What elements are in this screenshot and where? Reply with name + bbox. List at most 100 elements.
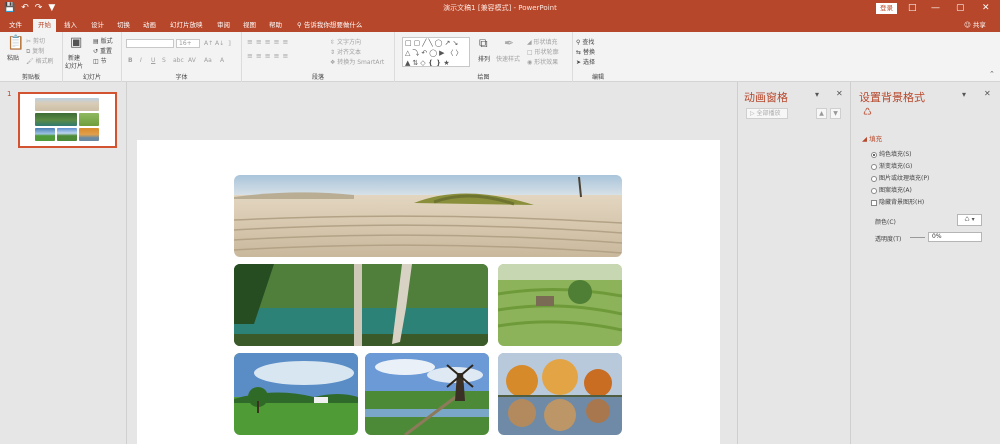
replace-button[interactable]: ⇆ 替换 <box>576 47 595 56</box>
play-all-button[interactable]: ▷ 全部播放 <box>746 108 788 119</box>
gradient-fill-option[interactable]: 渐变填充(G) <box>871 161 912 170</box>
fill-bucket-icon[interactable]: ♺ <box>863 107 872 118</box>
align-buttons[interactable]: ≡≡≡≡≡ <box>247 52 291 60</box>
layout-button[interactable]: ▤ 版式 <box>93 36 113 45</box>
paste-icon[interactable]: 📋 <box>7 35 24 51</box>
tab-transitions[interactable]: 切换 <box>117 19 130 32</box>
radio-solid[interactable] <box>871 151 877 158</box>
arrange-icon[interactable]: ⧉ <box>479 36 488 51</box>
paragraph-group: ≡≡≡≡≡ ≡≡≡≡≡ ⇳ 文字方向 ⇕ 对齐文本 ❖ 转换为 SmartArt… <box>242 32 395 82</box>
format-painter-button[interactable]: 🖌 格式刷 <box>26 56 54 65</box>
move-down-button[interactable]: ▼ <box>830 108 841 119</box>
minimize-icon[interactable]: — <box>931 2 940 14</box>
find-button[interactable]: ⚲ 查找 <box>576 37 594 46</box>
shape-effects-button[interactable]: ◉ 形状效果 <box>527 57 558 66</box>
tab-slideshow[interactable]: 幻灯片放映 <box>170 19 203 32</box>
bold-button[interactable]: B <box>128 57 133 64</box>
photo-lake-forest[interactable] <box>234 264 488 346</box>
tab-help[interactable]: 帮助 <box>269 19 282 32</box>
list-buttons[interactable]: ≡≡≡≡≡ <box>247 38 291 46</box>
format-pane-options-icon[interactable]: ▾ <box>962 90 966 99</box>
transparency-input[interactable]: 0% <box>928 232 982 242</box>
tab-insert[interactable]: 插入 <box>64 19 77 32</box>
transparency-slider[interactable] <box>910 237 925 238</box>
thumbnail-photo-windmill <box>57 128 77 141</box>
fill-section-header[interactable]: ◢ 填充 <box>862 133 882 143</box>
cut-button[interactable]: ✂ 剪切 <box>26 36 45 45</box>
tell-me-text: 告诉我你想要做什么 <box>303 21 363 29</box>
clear-format-icon[interactable]: ⟧ <box>228 40 231 47</box>
collapse-ribbon-icon[interactable]: ⌃ <box>989 70 995 78</box>
share-button[interactable]: ☺ 共享 <box>964 19 986 32</box>
person-icon: ☺ <box>964 21 971 29</box>
radio-picture[interactable] <box>871 175 877 182</box>
rice-terraces-image <box>498 264 622 346</box>
arrange-button[interactable]: 排列 <box>478 54 490 63</box>
section-button[interactable]: ◫ 节 <box>93 56 107 65</box>
window-title: 演示文稿1 [兼容模式] - PowerPoint <box>443 4 557 12</box>
animation-pane-options-icon[interactable]: ▾ <box>815 90 819 99</box>
maximize-icon[interactable]: ▢ <box>956 2 965 14</box>
pattern-fill-option[interactable]: 图案填充(A) <box>871 185 912 194</box>
text-direction-button[interactable]: ⇳ 文字方向 <box>330 37 361 46</box>
tab-design[interactable]: 设计 <box>91 19 104 32</box>
tab-review[interactable]: 审阅 <box>217 19 230 32</box>
hide-background-graphics[interactable]: 隐藏背景图形(H) <box>871 197 924 206</box>
login-button[interactable]: 登录 <box>876 3 897 14</box>
slide-canvas[interactable] <box>137 140 720 444</box>
text-shadow-button[interactable]: abc <box>173 57 184 64</box>
shrink-font-icon[interactable]: A↓ <box>215 40 224 47</box>
editing-group: ⚲ 查找 ⇆ 替换 ➤ 选择 编辑 <box>573 32 623 82</box>
quick-styles-icon[interactable]: ✒ <box>504 36 514 50</box>
paste-button[interactable]: 粘贴 <box>7 53 19 62</box>
clipboard-group: 📋 粘贴 ✂ 剪切 ⧉ 复制 🖌 格式刷 剪贴板 <box>0 32 63 82</box>
animation-pane-close-icon[interactable]: ✕ <box>836 89 843 98</box>
move-up-button[interactable]: ▲ <box>816 108 827 119</box>
copy-button[interactable]: ⧉ 复制 <box>26 46 44 56</box>
tell-me-search[interactable]: ⚲ 告诉我你想要做什么 <box>297 19 362 32</box>
photo-sand-dunes[interactable] <box>234 175 622 257</box>
photo-rice-terraces[interactable] <box>498 264 622 346</box>
new-slide-icon[interactable]: ▣ <box>70 35 82 50</box>
strikethrough-button[interactable]: S <box>162 57 166 64</box>
change-case-button[interactable]: Aa <box>204 57 212 64</box>
tab-view[interactable]: 视图 <box>243 19 256 32</box>
tab-animations[interactable]: 动画 <box>143 19 156 32</box>
radio-pattern[interactable] <box>871 187 877 194</box>
smartart-button[interactable]: ❖ 转换为 SmartArt <box>330 57 384 66</box>
tab-home[interactable]: 开始 <box>33 19 56 32</box>
ribbon-display-options-icon[interactable]: □ <box>908 2 917 14</box>
hide-graphics-checkbox[interactable] <box>871 199 877 206</box>
font-color-button[interactable]: A <box>220 57 224 64</box>
radio-gradient[interactable] <box>871 163 877 170</box>
new-slide-button-line2[interactable]: 幻灯片 <box>65 61 83 70</box>
shapes-gallery[interactable]: □▢╱╲◯↗↘ △⤵↶◯▶〈〉 ▲⇅◇❴❵★ <box>402 37 470 67</box>
photo-green-meadow[interactable] <box>234 353 358 435</box>
share-label: 共享 <box>972 21 986 29</box>
format-pane-close-icon[interactable]: ✕ <box>984 89 991 98</box>
photo-windmill[interactable] <box>365 353 489 435</box>
italic-button[interactable]: I <box>140 57 142 64</box>
solid-fill-option[interactable]: 纯色填充(S) <box>871 149 912 158</box>
slide-thumbnail[interactable] <box>18 92 117 148</box>
close-icon[interactable]: ✕ <box>982 2 990 14</box>
font-group-label: 字体 <box>175 74 188 81</box>
windmill-image <box>365 353 489 435</box>
picture-fill-option[interactable]: 图片或纹理填充(P) <box>871 173 929 182</box>
align-text-button[interactable]: ⇕ 对齐文本 <box>330 47 361 56</box>
grow-font-icon[interactable]: A↑ <box>204 40 213 47</box>
font-size-combo[interactable]: 16+ <box>176 39 200 48</box>
font-name-combo[interactable] <box>126 39 174 48</box>
drawing-group-label: 绘图 <box>477 74 490 81</box>
color-picker-button[interactable]: ♺ ▾ <box>957 214 982 226</box>
tab-file[interactable]: 文件 <box>9 19 22 32</box>
photo-autumn-reflection[interactable] <box>498 353 622 435</box>
char-spacing-button[interactable]: AV <box>188 57 196 64</box>
select-button[interactable]: ➤ 选择 <box>576 57 595 66</box>
underline-button[interactable]: U <box>151 57 155 64</box>
reset-button[interactable]: ↺ 重置 <box>93 46 112 55</box>
shape-outline-button[interactable]: □ 形状轮廓 <box>527 47 559 56</box>
clipboard-group-label: 剪贴板 <box>21 74 40 81</box>
shape-fill-button[interactable]: ◢ 形状填充 <box>527 37 558 46</box>
quick-styles-button[interactable]: 快速样式 <box>496 54 520 63</box>
